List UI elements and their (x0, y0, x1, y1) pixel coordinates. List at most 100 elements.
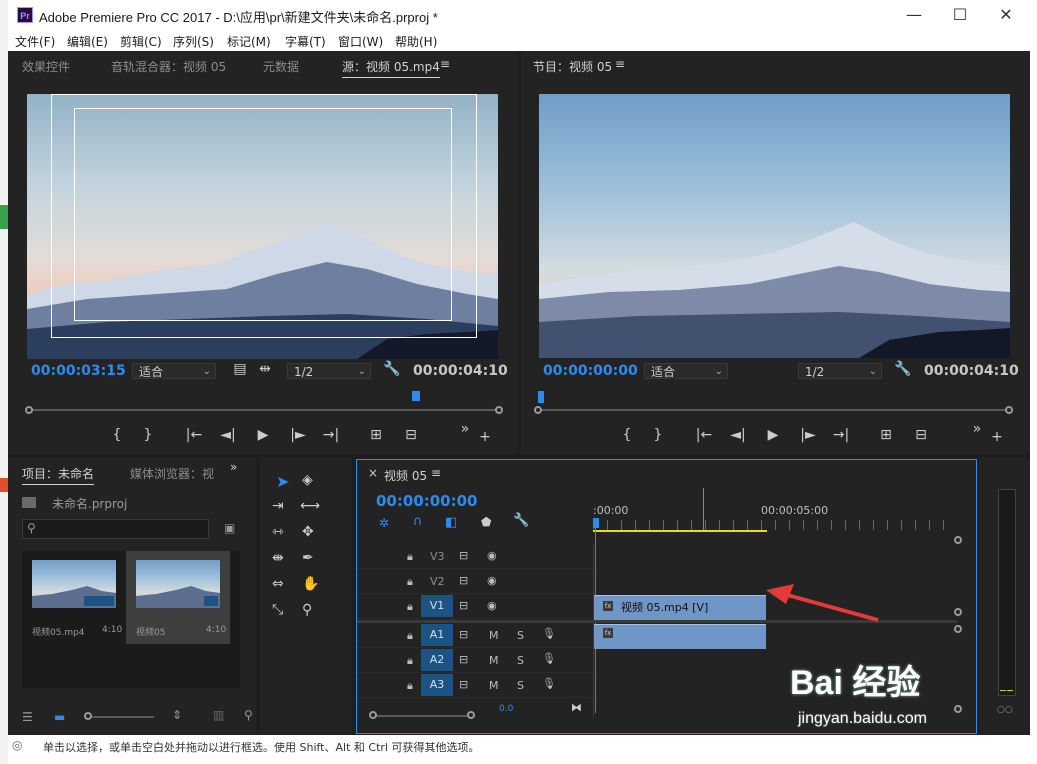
scroll-handle-bottom[interactable] (954, 608, 962, 616)
button-editor-add[interactable]: + (987, 429, 1007, 445)
track-target-a2[interactable]: A2 (421, 649, 453, 671)
menu-file[interactable]: 文件(F) (15, 33, 55, 50)
lock-icon[interactable]: 🔒︎ (407, 550, 413, 564)
go-to-out-button[interactable]: →| (831, 427, 851, 443)
lock-icon[interactable]: 🔒︎ (407, 600, 413, 614)
linked-selection-icon[interactable]: ◧ (445, 515, 457, 530)
tab-project[interactable]: 项目：未命名 (22, 465, 95, 485)
zoom-handle-left[interactable] (534, 406, 542, 414)
pen-tool-icon[interactable]: ✒ (302, 550, 314, 566)
tab-media-browser[interactable]: 媒体浏览器：视 (130, 465, 214, 482)
lock-icon[interactable]: 🔒︎ (407, 654, 413, 668)
lock-icon[interactable]: 🔒︎ (407, 575, 413, 589)
mute-button[interactable]: M (489, 679, 499, 692)
icon-view-icon[interactable]: ▬ (54, 710, 65, 724)
tab-timeline[interactable]: 视频 05 (384, 467, 427, 484)
tab-effect-controls[interactable]: 效果控件 (22, 58, 70, 75)
sync-lock-icon[interactable]: ⊟ (459, 653, 468, 666)
nest-icon[interactable]: ✲ (379, 516, 389, 530)
eye-icon[interactable]: ◉ (487, 599, 497, 612)
tab-source[interactable]: 源：视频 05.mp4 (342, 58, 440, 78)
project-search-input[interactable]: ⚲ (22, 519, 209, 539)
mark-out-button[interactable]: } (138, 427, 158, 443)
timeline-timecode[interactable]: 00:00:00:00 (376, 492, 478, 510)
panel-menu-icon[interactable]: ≡ (431, 466, 441, 480)
close-button[interactable]: ✕ (983, 0, 1029, 31)
source-timecode-in[interactable]: 00:00:03:15 (31, 363, 126, 379)
automate-icon[interactable]: ▥ (213, 708, 224, 722)
button-editor-add[interactable]: + (475, 429, 495, 445)
mark-out-button[interactable]: } (648, 427, 668, 443)
lock-icon[interactable]: 🔒︎ (407, 679, 413, 693)
minimize-button[interactable]: — (891, 0, 937, 31)
solo-meter-buttons[interactable]: ○○ (997, 705, 1013, 715)
scroll-handle-top[interactable] (954, 536, 962, 544)
source-video-frame[interactable] (27, 94, 498, 359)
source-playhead[interactable] (411, 391, 420, 401)
list-view-icon[interactable]: ☰ (22, 710, 33, 724)
track-select-backward-icon[interactable]: ⤡ (272, 602, 283, 618)
mute-button[interactable]: M (489, 629, 499, 642)
microphone-icon[interactable]: 🎙︎ (542, 652, 556, 665)
slip-tool-icon[interactable]: ✥ (302, 524, 314, 540)
ripple-edit-tool-icon[interactable]: ⇥ (272, 498, 284, 514)
solo-button[interactable]: S (517, 629, 524, 642)
thumbnail-size-slider[interactable] (90, 716, 154, 718)
eye-icon[interactable]: ◉ (487, 574, 497, 587)
project-item[interactable]: 视频05.mp4 4:10 (26, 555, 126, 640)
program-playhead[interactable] (538, 391, 544, 403)
eye-icon[interactable]: ◉ (487, 549, 497, 562)
razor-tool-icon[interactable]: ⇼ (272, 550, 284, 566)
slider-handle[interactable] (84, 712, 92, 720)
sort-icon[interactable]: ⇕ (172, 708, 182, 722)
safe-margins-icon[interactable]: ▤ (230, 361, 250, 377)
play-button[interactable]: ▶ (253, 427, 273, 443)
wrench-settings-icon[interactable]: 🔧 (382, 361, 402, 377)
go-to-in-button[interactable]: |← (184, 427, 204, 443)
track-target-v1[interactable]: V1 (421, 595, 453, 617)
program-resolution-dropdown[interactable]: 1/2 ⌄ (798, 363, 882, 379)
more-buttons[interactable]: » (455, 421, 475, 437)
panel-menu-icon[interactable]: ≡ (615, 57, 625, 71)
sync-lock-icon[interactable]: ⊟ (459, 574, 468, 587)
audio-clip[interactable]: fx (594, 624, 766, 649)
mark-in-button[interactable]: { (107, 427, 127, 443)
zoom-handle-left[interactable] (369, 711, 377, 719)
project-item-selected[interactable]: 视频05 4:10 (126, 551, 230, 644)
track-height-icon[interactable]: ⧓ (571, 701, 582, 714)
add-marker-icon[interactable]: ⬟ (481, 515, 491, 529)
microphone-icon[interactable]: 🎙︎ (542, 627, 556, 640)
zoom-handle-left[interactable] (25, 406, 33, 414)
menu-window[interactable]: 窗口(W) (338, 33, 383, 50)
tab-metadata[interactable]: 元数据 (263, 58, 299, 75)
more-tabs-button[interactable]: » (230, 460, 237, 474)
slide-tool-icon[interactable]: ⇔ (272, 576, 284, 592)
program-scrub-bar[interactable] (541, 409, 1011, 411)
menu-marker[interactable]: 标记(M) (227, 33, 271, 50)
source-resolution-dropdown[interactable]: 1/2 ⌄ (287, 363, 371, 379)
zoom-handle-right[interactable] (1005, 406, 1013, 414)
menu-edit[interactable]: 编辑(E) (67, 33, 108, 50)
solo-button[interactable]: S (517, 654, 524, 667)
program-video-frame[interactable] (539, 94, 1010, 358)
timeline-playhead-head[interactable] (593, 518, 599, 528)
extract-icon[interactable]: ⊟ (911, 427, 931, 443)
selection-tool-icon[interactable]: ➤ (276, 472, 289, 491)
new-bin-icon[interactable]: ▣ (224, 521, 235, 535)
zoom-handle-right[interactable] (495, 406, 503, 414)
sync-lock-icon[interactable]: ⊟ (459, 678, 468, 691)
work-area-bar[interactable] (593, 530, 767, 532)
track-target-a3[interactable]: A3 (421, 674, 453, 696)
sync-lock-icon[interactable]: ⊟ (459, 549, 468, 562)
wrench-settings-icon[interactable]: 🔧 (893, 361, 913, 377)
overwrite-icon[interactable]: ⊟ (401, 427, 421, 443)
panel-menu-icon[interactable]: ≡ (440, 57, 450, 71)
microphone-icon[interactable]: 🎙︎ (542, 677, 556, 690)
source-scrub-bar[interactable] (32, 409, 500, 411)
insert-icon[interactable]: ⊞ (366, 427, 386, 443)
program-fit-dropdown[interactable]: 适合 ⌄ (644, 363, 728, 379)
menu-clip[interactable]: 剪辑(C) (120, 33, 162, 50)
track-target-a1[interactable]: A1 (421, 624, 453, 646)
tab-program[interactable]: 节目：视频 05 (533, 58, 612, 75)
scroll-handle-top-audio[interactable] (954, 625, 962, 633)
